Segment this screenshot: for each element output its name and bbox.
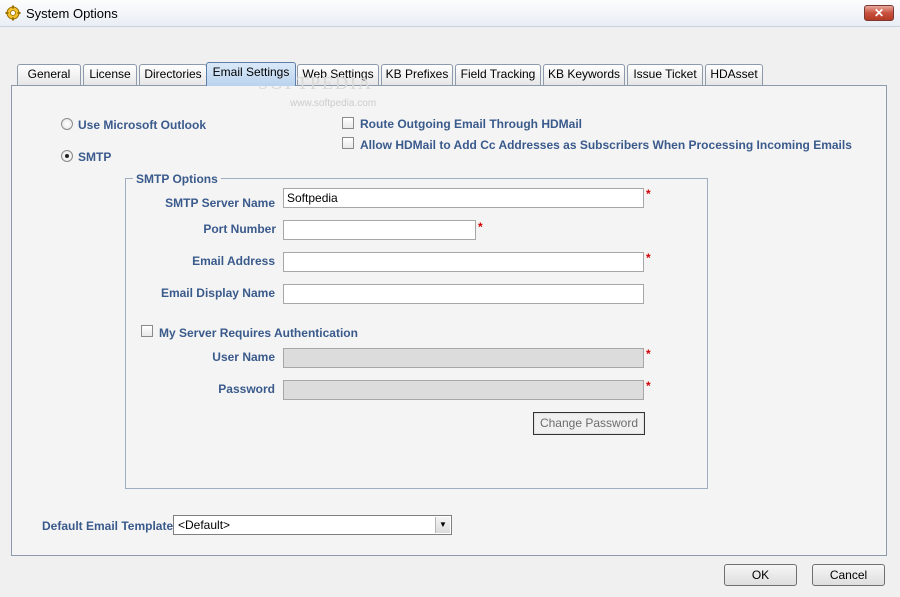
required-marker: * (478, 220, 483, 234)
username-label: User Name (212, 350, 275, 364)
tab-email-settings[interactable]: Email Settings (206, 62, 296, 86)
template-select-value: <Default> (178, 518, 231, 532)
tab-hdasset[interactable]: HDAsset (705, 64, 763, 85)
smtp-server-label: SMTP Server Name (165, 196, 275, 210)
tab-kb-prefixes[interactable]: KB Prefixes (381, 64, 453, 85)
tab-general[interactable]: General (17, 64, 81, 85)
outlook-radio[interactable] (61, 118, 73, 130)
smtp-server-input[interactable] (283, 188, 644, 208)
smtp-label: SMTP (78, 150, 112, 164)
title-bar: System Options ✕ (0, 0, 900, 27)
smtp-radio[interactable] (61, 150, 73, 162)
outlook-label: Use Microsoft Outlook (78, 118, 207, 132)
tab-field-tracking[interactable]: Field Tracking (455, 64, 541, 85)
display-name-label: Email Display Name (160, 286, 275, 300)
cc-subscribers-label: Allow HDMail to Add Cc Addresses as Subs… (360, 138, 852, 152)
auth-checkbox[interactable] (141, 325, 153, 337)
required-marker: * (646, 251, 651, 265)
route-hdmail-label: Route Outgoing Email Through HDMail (360, 117, 582, 131)
route-hdmail-checkbox[interactable] (342, 117, 354, 129)
display-name-input[interactable] (283, 284, 644, 304)
port-input[interactable] (283, 220, 476, 240)
password-input[interactable] (283, 380, 644, 400)
chevron-down-icon[interactable]: ▼ (435, 517, 450, 533)
password-label: Password (218, 382, 275, 396)
auth-label: My Server Requires Authentication (159, 326, 358, 340)
tab-directories[interactable]: Directories (139, 64, 207, 85)
tab-license[interactable]: License (83, 64, 137, 85)
cancel-button[interactable]: Cancel (812, 564, 885, 586)
watermark-url: www.softpedia.com (290, 98, 377, 109)
smtp-options-title: SMTP Options (133, 172, 221, 186)
tab-kb-keywords[interactable]: KB Keywords (543, 64, 625, 85)
email-address-label: Email Address (192, 254, 275, 268)
required-marker: * (646, 187, 651, 201)
ok-button[interactable]: OK (724, 564, 797, 586)
tab-issue-ticket[interactable]: Issue Ticket (627, 64, 703, 85)
template-select[interactable]: <Default> ▼ (173, 515, 452, 535)
close-icon: ✕ (873, 6, 885, 20)
required-marker: * (646, 347, 651, 361)
gear-app-icon (5, 5, 21, 21)
username-input[interactable] (283, 348, 644, 368)
window-title: System Options (26, 6, 118, 21)
template-label: Default Email Template (42, 519, 174, 533)
email-address-input[interactable] (283, 252, 644, 272)
close-button[interactable]: ✕ (864, 5, 894, 21)
change-password-button[interactable]: Change Password (533, 412, 645, 435)
required-marker: * (646, 379, 651, 393)
cc-subscribers-checkbox[interactable] (342, 137, 354, 149)
port-label: Port Number (203, 222, 276, 236)
